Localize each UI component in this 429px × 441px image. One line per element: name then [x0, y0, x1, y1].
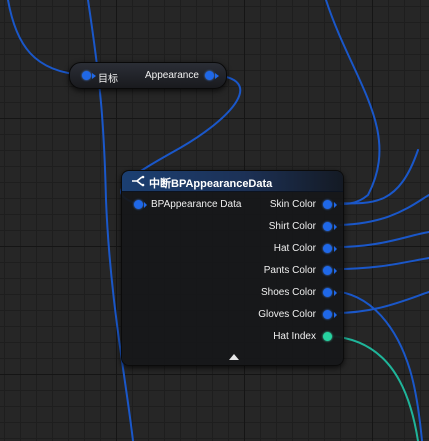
- shirt-color-pin[interactable]: [323, 222, 332, 231]
- shoes-color-arrow-icon: [334, 290, 337, 296]
- target-input-pin[interactable]: [82, 71, 91, 80]
- shirt-color-arrow-icon: [334, 224, 337, 230]
- bpappearance-data-arrow-icon: [144, 202, 147, 208]
- break-struct-icon: [132, 175, 145, 187]
- output-pin-hat-color[interactable]: Hat Color: [243, 241, 343, 257]
- gloves-color-arrow-icon: [334, 312, 337, 318]
- output-pin-pants-color[interactable]: Pants Color: [243, 263, 343, 279]
- hat-index-label: Hat Index: [273, 331, 316, 342]
- gloves-color-pin[interactable]: [323, 310, 332, 319]
- wire-hat-color: [329, 231, 429, 249]
- wire-pants-color: [329, 257, 429, 271]
- target-label: 目标: [98, 74, 118, 85]
- output-pin-gloves-color[interactable]: Gloves Color: [243, 307, 343, 323]
- shirt-color-label: Shirt Color: [268, 221, 316, 232]
- node-header[interactable]: 中断BPAppearanceData: [122, 171, 343, 192]
- appearance-output-arrow-icon: [215, 73, 219, 79]
- shoes-color-pin[interactable]: [323, 288, 332, 297]
- shoes-color-label: Shoes Color: [260, 287, 316, 298]
- output-pin-skin-color[interactable]: Skin Color: [243, 197, 343, 213]
- bpappearance-data-pin[interactable]: [134, 200, 143, 209]
- appearance-getter-node[interactable]: 目标 Appearance: [69, 62, 227, 89]
- pants-color-label: Pants Color: [263, 265, 316, 276]
- node-title: 中断BPAppearanceData: [149, 178, 273, 190]
- pants-color-pin[interactable]: [323, 266, 332, 275]
- collapse-arrow-icon[interactable]: [229, 354, 239, 360]
- hat-index-pin[interactable]: [323, 332, 332, 341]
- target-input-arrow-icon: [92, 73, 96, 79]
- pants-color-arrow-icon: [334, 268, 337, 274]
- skin-color-arrow-icon: [334, 202, 337, 208]
- output-pin-shirt-color[interactable]: Shirt Color: [243, 219, 343, 235]
- skin-color-pin[interactable]: [323, 200, 332, 209]
- hat-color-pin[interactable]: [323, 244, 332, 253]
- hat-color-arrow-icon: [334, 246, 337, 252]
- input-pin-bpappearance-data[interactable]: BPAppearance Data: [122, 197, 252, 213]
- output-pin-hat-index[interactable]: Hat Index: [243, 329, 343, 345]
- gloves-color-label: Gloves Color: [258, 309, 316, 320]
- appearance-output-pin[interactable]: [205, 71, 214, 80]
- break-bpappearancedata-node[interactable]: 中断BPAppearanceData BPAppearance Data Ski…: [121, 170, 344, 366]
- output-pin-shoes-color[interactable]: Shoes Color: [243, 285, 343, 301]
- appearance-output-label: Appearance: [145, 70, 199, 81]
- wire-gloves-color: [329, 291, 429, 315]
- hat-color-label: Hat Color: [273, 243, 316, 254]
- bpappearance-data-label: BPAppearance Data: [151, 199, 242, 210]
- skin-color-label: Skin Color: [269, 199, 316, 210]
